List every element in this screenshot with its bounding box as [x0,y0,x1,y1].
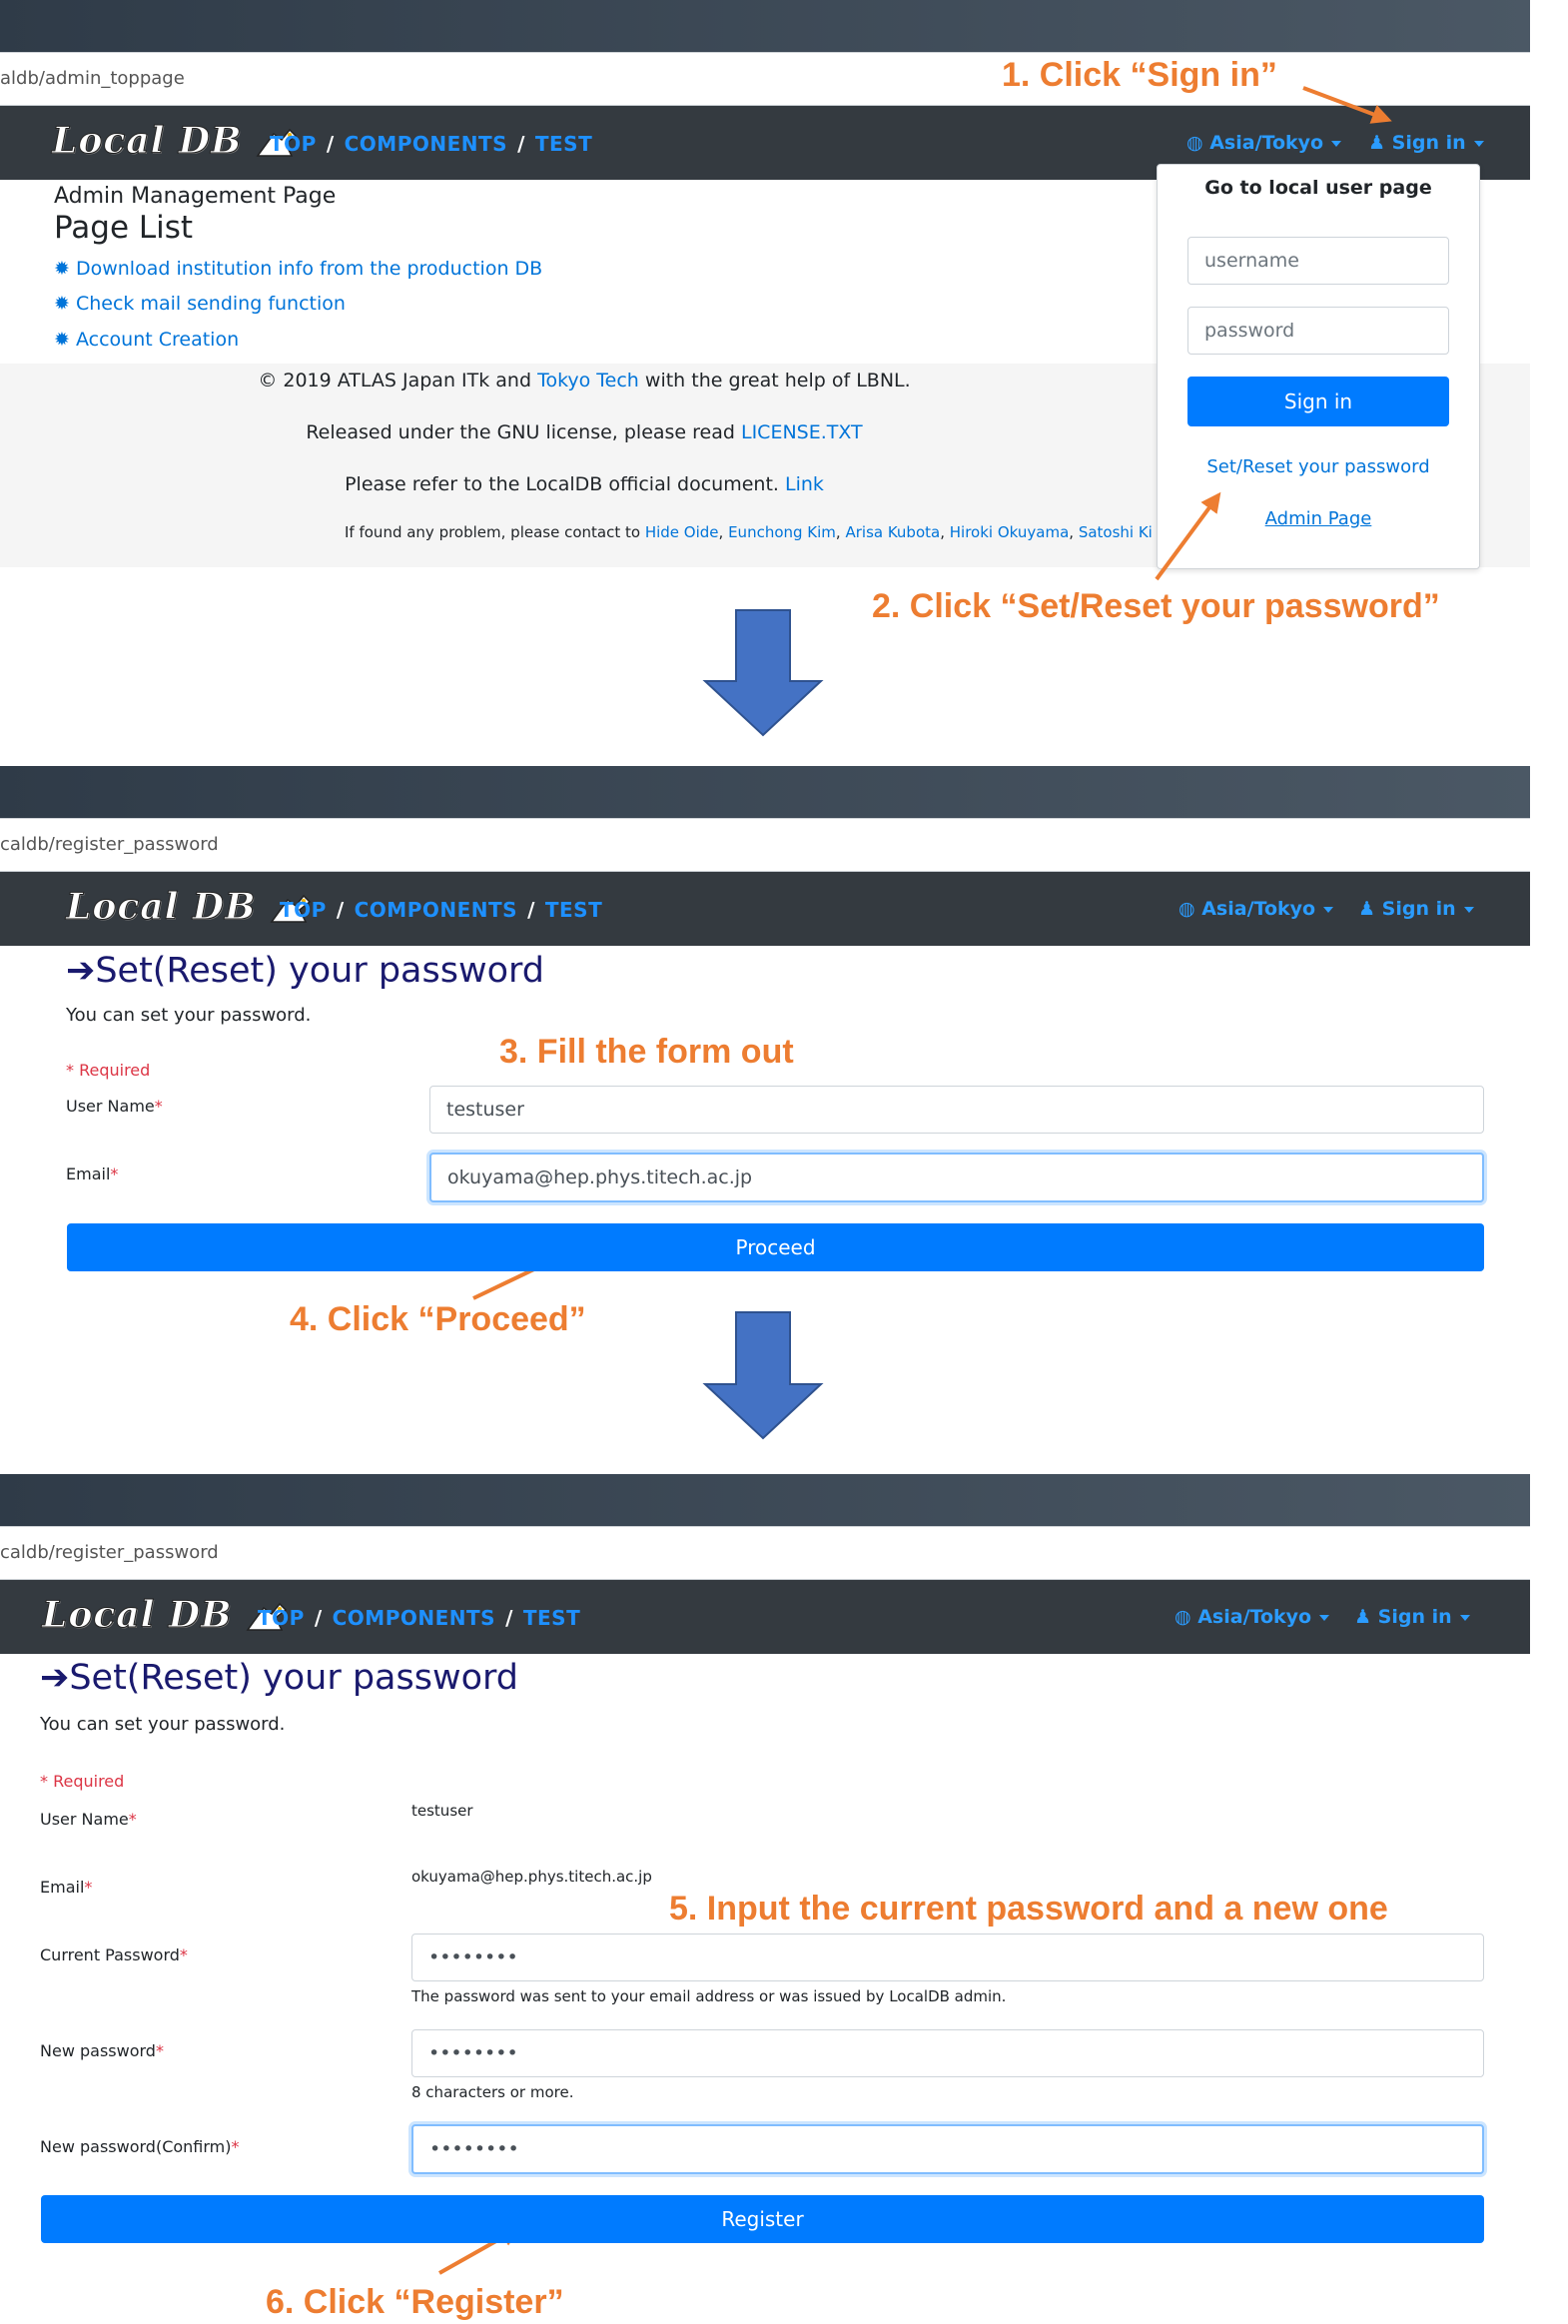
register-button[interactable]: Register [41,2195,1484,2243]
page-subtitle: You can set your password. [40,1714,286,1735]
signin-dropdown[interactable]: ♟ Sign in [1354,1606,1470,1628]
annotation-step-5: 5. Input the current password and a new … [669,1890,1388,1928]
logo-text: Local DB [65,886,257,929]
annotation-step-6: 6. Click “Register” [266,2283,564,2321]
nav-separator: / [505,1606,513,1630]
email-field[interactable]: okuyama@hep.phys.titech.ac.jp [429,1153,1484,1202]
nav-separator: / [336,898,345,922]
required-note: * Required [40,1772,125,1791]
url-text: caldb/register_password [0,1542,219,1563]
new-password-field[interactable]: •••••••• [411,2029,1484,2077]
logo[interactable]: Local DB [65,886,312,929]
current-password-label: Current Password* [40,1945,188,1964]
email-label: Email* [40,1878,93,1897]
chevron-down-icon [1319,1614,1330,1621]
globe-icon: ◍ [1175,1606,1191,1628]
down-arrow-1 [702,609,824,737]
proceed-button[interactable]: Proceed [67,1223,1484,1271]
required-note: * Required [66,1061,151,1080]
annotation-step-4: 4. Click “Proceed” [290,1300,586,1338]
nav-separator: / [527,898,535,922]
main-nav: TOP / COMPONENTS / TEST [280,898,602,922]
current-password-help: The password was sent to your email addr… [411,1987,1007,2005]
signin-label: Sign in [1377,1606,1452,1628]
annotation-step-3: 3. Fill the form out [499,1033,794,1071]
signin-label: Sign in [1381,898,1456,920]
email-label: Email* [66,1164,119,1183]
nav-separator: / [314,1606,323,1630]
page-title: ➔Set(Reset) your password [40,1658,518,1698]
username-value: testuser [411,1802,473,1820]
main-nav: TOP / COMPONENTS / TEST [258,1606,580,1630]
confirm-password-field[interactable]: •••••••• [411,2124,1484,2174]
page-title-text: Set(Reset) your password [95,951,544,991]
logo[interactable]: Local DB [41,1594,288,1637]
username-label: User Name* [40,1810,137,1829]
arrow-right-icon: ➔ [66,951,96,991]
arrow-to-reset-link [1155,491,1221,581]
arrow-right-icon: ➔ [40,1658,70,1698]
logo-text: Local DB [41,1594,233,1637]
page-title-text: Set(Reset) your password [69,1658,518,1698]
browser-chrome [0,1474,1530,1526]
nav-components[interactable]: COMPONENTS [355,898,517,922]
confirm-password-label: New password(Confirm)* [40,2137,240,2156]
new-password-help: 8 characters or more. [411,2083,574,2101]
user-icon: ♟ [1358,898,1376,920]
new-password-label: New password* [40,2041,164,2060]
timezone-dropdown[interactable]: ◍ Asia/Tokyo [1175,1606,1330,1628]
page-subtitle: You can set your password. [66,1005,312,1026]
globe-icon: ◍ [1178,898,1195,920]
down-arrow-2 [702,1311,824,1440]
email-value: okuyama@hep.phys.titech.ac.jp [411,1868,652,1886]
user-icon: ♟ [1354,1606,1372,1628]
nav-top[interactable]: TOP [280,898,327,922]
timezone-dropdown[interactable]: ◍ Asia/Tokyo [1178,898,1334,920]
nav-test[interactable]: TEST [523,1606,580,1630]
username-field[interactable]: testuser [429,1086,1484,1134]
nav-test[interactable]: TEST [545,898,602,922]
chevron-down-icon [1323,906,1334,913]
username-label: User Name* [66,1097,163,1116]
timezone-label: Asia/Tokyo [1201,898,1316,920]
nav-components[interactable]: COMPONENTS [333,1606,495,1630]
current-password-field[interactable]: •••••••• [411,1934,1484,1981]
chevron-down-icon [1459,1614,1470,1621]
address-bar[interactable]: caldb/register_password [0,818,1530,872]
url-text: caldb/register_password [0,834,219,855]
address-bar[interactable]: caldb/register_password [0,1526,1530,1580]
chevron-down-icon [1463,906,1474,913]
page-title: ➔Set(Reset) your password [66,951,544,991]
browser-chrome [0,766,1530,818]
nav-top[interactable]: TOP [258,1606,305,1630]
arrow-to-signin [1302,86,1392,124]
navbar: Local DB TOP / COMPONENTS / TEST ◍ Asia/Toky… [0,1580,1530,1654]
navbar: Local DB TOP / COMPONENTS / TEST ◍ Asia/Toky… [0,872,1530,946]
timezone-label: Asia/Tokyo [1197,1606,1312,1628]
signin-dropdown[interactable]: ♟ Sign in [1358,898,1474,920]
